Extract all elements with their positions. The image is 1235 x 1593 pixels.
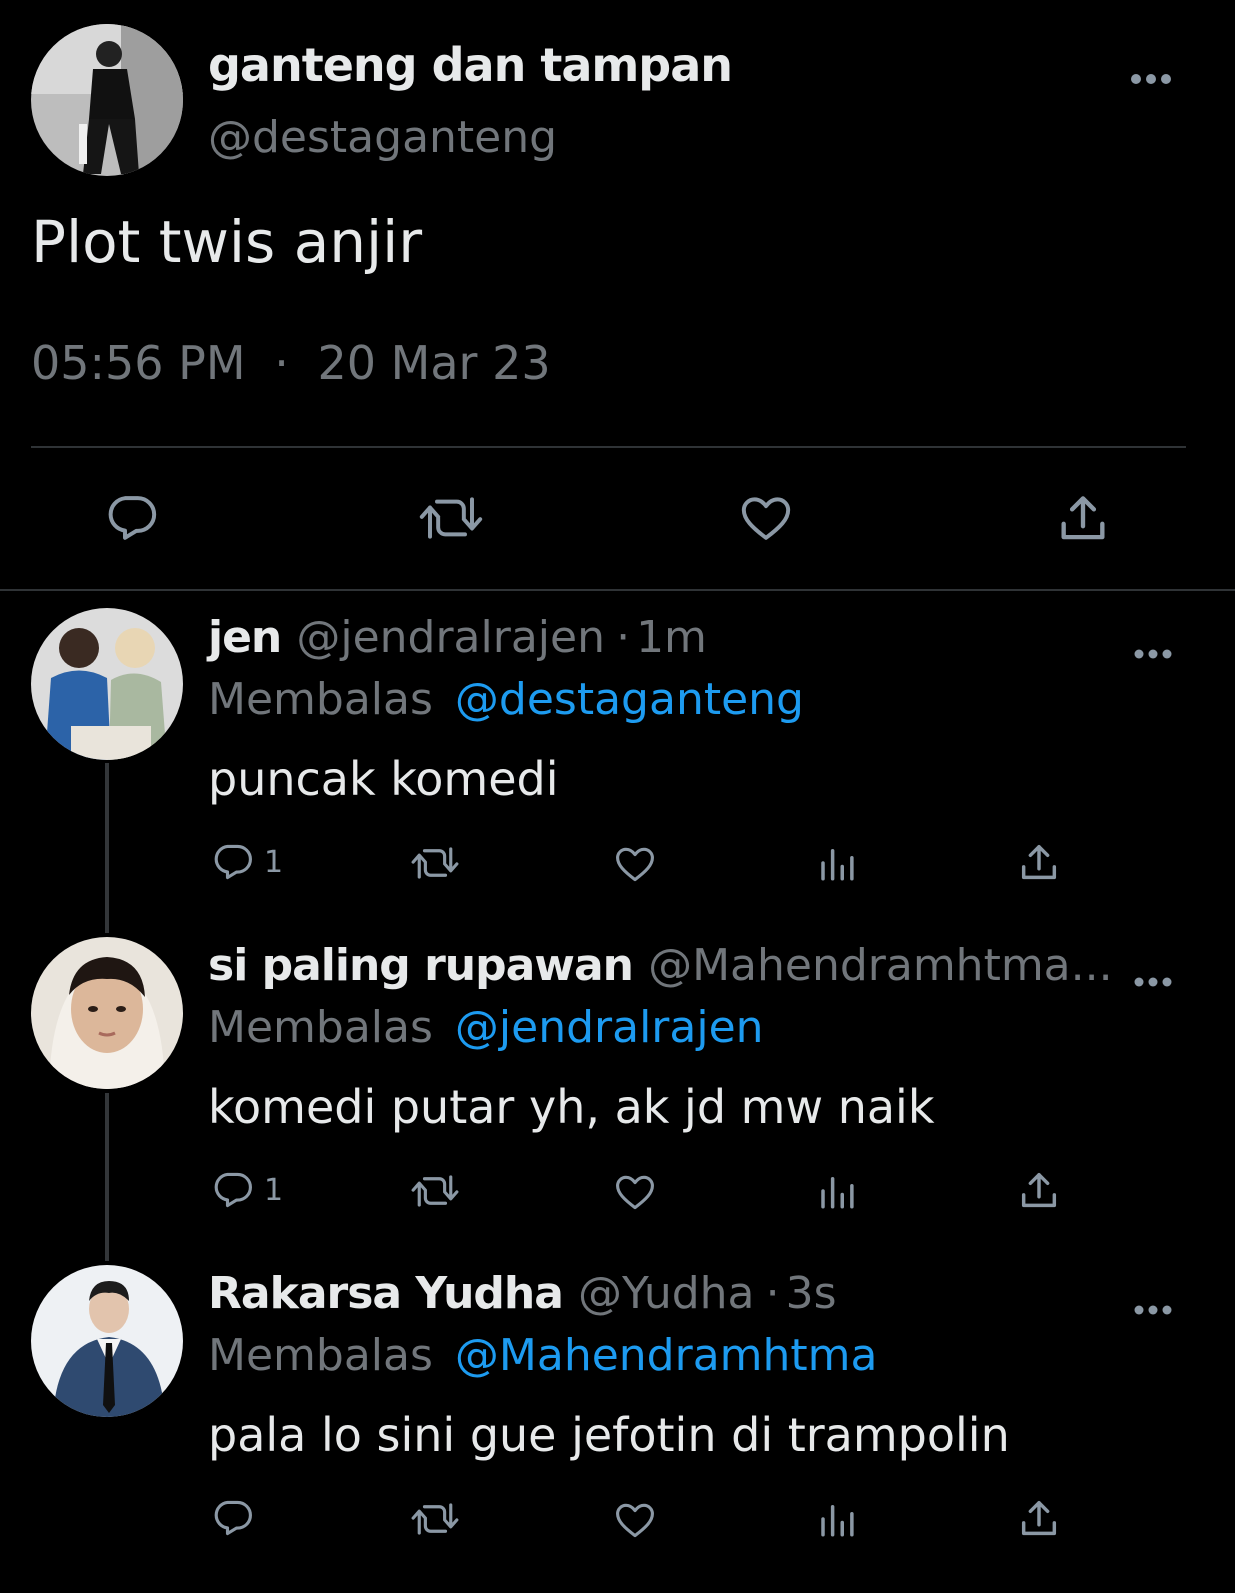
reply-handle[interactable]: @Mahendramhtma... xyxy=(648,940,1113,991)
like-icon xyxy=(616,847,654,882)
main-timestamp[interactable]: 05:56 PM · 20 Mar 23 xyxy=(31,336,551,390)
timestamp-separator: · xyxy=(274,336,289,390)
reply-button[interactable] xyxy=(210,1496,264,1540)
like-button[interactable] xyxy=(737,490,795,546)
reply-avatar[interactable] xyxy=(31,1265,183,1417)
reply-icon xyxy=(108,496,157,540)
reply-text: pala lo sini gue jefotin di trampolin xyxy=(208,1408,1010,1462)
reply-icon xyxy=(214,1500,252,1536)
like-button[interactable] xyxy=(612,1498,658,1542)
reply-avatar[interactable] xyxy=(31,937,183,1089)
main-tweet-text: Plot twis anjir xyxy=(31,208,423,276)
retweet-icon xyxy=(411,1503,459,1535)
views-button[interactable] xyxy=(816,1498,858,1540)
replying-mention[interactable]: @Mahendramhtma xyxy=(455,1330,878,1381)
like-icon xyxy=(741,497,791,540)
retweet-button[interactable] xyxy=(408,842,462,884)
reply-button[interactable]: 1 xyxy=(210,1168,283,1212)
replying-prefix: Membalas xyxy=(208,1002,433,1053)
main-display-name[interactable]: ganteng dan tampan xyxy=(208,38,733,92)
reply-display-name[interactable]: jen xyxy=(208,612,282,663)
reply-icon xyxy=(214,1172,252,1208)
retweet-icon xyxy=(411,847,459,879)
replying-mention[interactable]: @destaganteng xyxy=(455,674,804,725)
avatar-photo-icon xyxy=(31,1265,183,1417)
share-button[interactable] xyxy=(1016,1168,1062,1214)
reply-header: si paling rupawan @Mahendramhtma... xyxy=(208,940,1113,991)
replying-prefix: Membalas xyxy=(208,1330,433,1381)
header-separator: · xyxy=(616,612,631,663)
views-icon xyxy=(821,849,854,881)
like-icon xyxy=(616,1175,654,1210)
views-button[interactable] xyxy=(816,1170,858,1212)
replying-to: Membalas @Mahendramhtma xyxy=(208,1330,877,1381)
thread-connector xyxy=(105,763,109,933)
reply-header: jen @jendralrajen · 1m xyxy=(208,612,707,663)
reply-handle[interactable]: @Yudha xyxy=(578,1268,755,1319)
share-icon xyxy=(1021,1500,1057,1536)
reply-text: komedi putar yh, ak jd mw naik xyxy=(208,1080,935,1134)
more-horizontal-icon[interactable] xyxy=(1134,960,1172,994)
reply-button[interactable] xyxy=(104,490,160,546)
avatar-photo-icon xyxy=(31,24,183,176)
retweet-icon xyxy=(411,1175,459,1207)
main-time: 05:56 PM xyxy=(31,336,246,390)
retweet-button[interactable] xyxy=(408,1498,462,1540)
reply-handle[interactable]: @jendralrajen xyxy=(296,612,605,663)
header-separator: · xyxy=(765,1268,780,1319)
reply-display-name[interactable]: Rakarsa Yudha xyxy=(208,1268,564,1319)
like-button[interactable] xyxy=(612,1170,658,1214)
main-avatar[interactable] xyxy=(31,24,183,176)
retweet-button[interactable] xyxy=(408,1170,462,1212)
replying-to: Membalas @jendralrajen xyxy=(208,1002,764,1053)
share-button[interactable] xyxy=(1016,1496,1062,1542)
reply-header: Rakarsa Yudha @Yudha · 3s xyxy=(208,1268,837,1319)
like-icon xyxy=(616,1503,654,1538)
avatar-photo-icon xyxy=(31,937,183,1089)
share-button[interactable] xyxy=(1054,490,1112,548)
retweet-icon xyxy=(419,497,483,539)
reply-text: puncak komedi xyxy=(208,752,559,806)
views-icon xyxy=(821,1177,854,1209)
share-icon xyxy=(1061,496,1105,540)
avatar-photo-icon xyxy=(31,608,183,760)
replying-mention[interactable]: @jendralrajen xyxy=(455,1002,764,1053)
reply-age[interactable]: 1m xyxy=(636,612,707,663)
thread-connector xyxy=(105,1093,109,1261)
like-button[interactable] xyxy=(612,842,658,886)
reply-button[interactable]: 1 xyxy=(210,840,283,884)
retweet-button[interactable] xyxy=(417,490,485,546)
main-handle[interactable]: @destaganteng xyxy=(208,112,557,163)
views-button[interactable] xyxy=(816,842,858,884)
reply-count: 1 xyxy=(264,844,284,880)
reply-avatar[interactable] xyxy=(31,608,183,760)
more-horizontal-icon[interactable] xyxy=(1130,58,1172,92)
share-icon xyxy=(1021,1172,1057,1208)
more-horizontal-icon[interactable] xyxy=(1134,1288,1172,1322)
reply-count: 1 xyxy=(264,1172,284,1208)
replying-prefix: Membalas xyxy=(208,674,433,725)
share-button[interactable] xyxy=(1016,840,1062,886)
section-divider xyxy=(0,589,1235,591)
reply-display-name[interactable]: si paling rupawan xyxy=(208,940,634,991)
reply-age[interactable]: 3s xyxy=(786,1268,837,1319)
share-icon xyxy=(1021,844,1057,880)
reply-icon xyxy=(214,844,252,880)
main-date: 20 Mar 23 xyxy=(317,336,551,390)
views-icon xyxy=(821,1505,854,1537)
divider xyxy=(31,446,1186,448)
more-horizontal-icon[interactable] xyxy=(1134,632,1172,666)
replying-to: Membalas @destaganteng xyxy=(208,674,804,725)
